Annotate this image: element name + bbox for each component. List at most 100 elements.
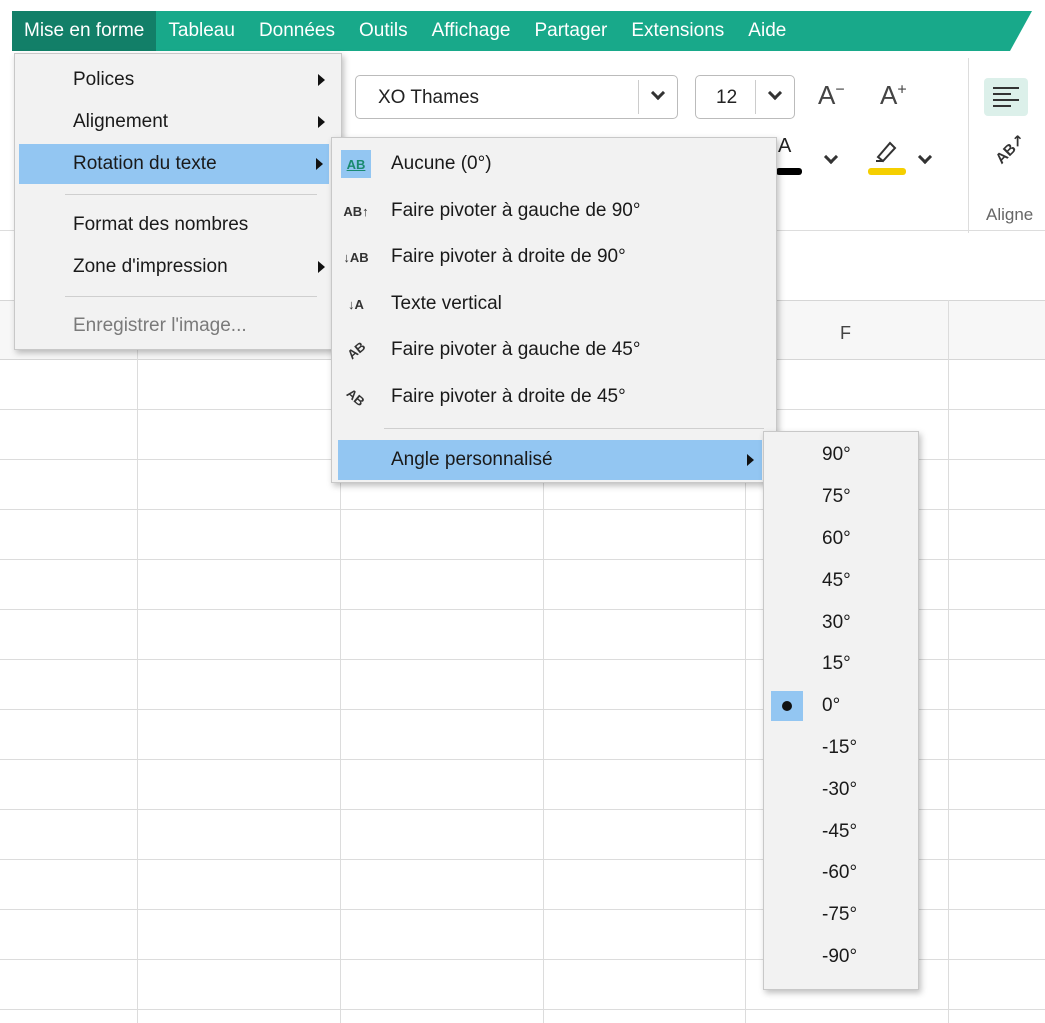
no-rotation-icon: AB bbox=[341, 150, 371, 178]
menu-share[interactable]: Partager bbox=[522, 11, 619, 51]
combo-divider bbox=[638, 80, 639, 114]
menu-view[interactable]: Affichage bbox=[420, 11, 523, 51]
font-name-value: XO Thames bbox=[378, 87, 480, 108]
rotation-left-45[interactable]: AB Faire pivoter à gauche de 45° bbox=[332, 330, 776, 370]
grid-line bbox=[0, 1009, 1045, 1010]
toolbar-divider bbox=[968, 58, 969, 233]
rotation-right-90[interactable]: ↓AB Faire pivoter à droite de 90° bbox=[332, 237, 776, 277]
font-size-combo[interactable]: 12 bbox=[695, 75, 795, 119]
angle-option[interactable]: -90° bbox=[764, 937, 918, 977]
menu-table[interactable]: Tableau bbox=[156, 11, 247, 51]
menu-item-label: -60° bbox=[822, 862, 858, 883]
rotate-left-45-icon: AB bbox=[343, 338, 369, 362]
menu-format[interactable]: Mise en forme bbox=[12, 11, 156, 51]
angle-option[interactable]: 30° bbox=[764, 603, 918, 643]
chevron-down-icon[interactable] bbox=[650, 85, 666, 101]
increase-font-button[interactable]: A+ bbox=[880, 80, 907, 111]
menu-item-label: Faire pivoter à droite de 90° bbox=[391, 246, 626, 267]
menu-item-label: -90° bbox=[822, 946, 858, 967]
menu-item-text-rotation[interactable]: Rotation du texte bbox=[19, 144, 329, 184]
custom-angle-submenu: 90° 75° 60° 45° 30° 15° 0° -15° -30° -45… bbox=[763, 431, 919, 990]
angle-option[interactable]: 15° bbox=[764, 644, 918, 684]
chevron-down-icon[interactable] bbox=[767, 85, 783, 101]
alignment-group-label: Aligne bbox=[986, 205, 1034, 224]
rotation-vertical[interactable]: ↓A Texte vertical bbox=[332, 284, 776, 324]
rotate-right-45-icon: AB bbox=[343, 385, 369, 409]
font-size-value: 12 bbox=[716, 87, 738, 108]
menu-help[interactable]: Aide bbox=[736, 11, 798, 51]
menu-item-label: Faire pivoter à gauche de 45° bbox=[391, 339, 641, 360]
menu-item-print-area[interactable]: Zone d'impression bbox=[15, 247, 341, 287]
rotate-right-90-icon: ↓AB bbox=[343, 249, 369, 265]
menu-item-label: Angle personnalisé bbox=[391, 449, 553, 470]
menu-item-label: Format des nombres bbox=[73, 214, 249, 235]
menu-data[interactable]: Données bbox=[247, 11, 347, 51]
rotation-none[interactable]: AB Aucune (0°) bbox=[332, 144, 776, 184]
menu-item-label: Rotation du texte bbox=[73, 153, 217, 174]
highlight-color-button[interactable] bbox=[868, 135, 908, 175]
menu-item-label: 45° bbox=[822, 570, 851, 591]
decrease-font-button[interactable]: A− bbox=[818, 80, 845, 111]
menu-item-label: 75° bbox=[822, 486, 851, 507]
menu-extensions[interactable]: Extensions bbox=[619, 11, 736, 51]
increase-font-icon: A bbox=[880, 80, 898, 110]
rotate-left-90-icon: AB↑ bbox=[343, 203, 369, 219]
menu-item-label: Aucune (0°) bbox=[391, 153, 492, 174]
align-left-button[interactable] bbox=[984, 78, 1028, 116]
highlight-color-swatch bbox=[868, 168, 906, 175]
text-rotation-submenu: AB Aucune (0°) AB↑ Faire pivoter à gauche … bbox=[331, 137, 777, 483]
angle-option[interactable]: 75° bbox=[764, 477, 918, 517]
menu-item-label: 30° bbox=[822, 612, 851, 633]
angle-option[interactable]: 45° bbox=[764, 561, 918, 601]
menu-item-label: -30° bbox=[822, 779, 858, 800]
menu-item-label: -75° bbox=[822, 904, 858, 925]
angle-option[interactable]: -15° bbox=[764, 728, 918, 768]
text-color-swatch bbox=[776, 168, 802, 175]
decrease-font-icon: A bbox=[818, 80, 836, 110]
angle-option[interactable]: -45° bbox=[764, 812, 918, 852]
menu-item-label: -45° bbox=[822, 821, 858, 842]
menu-item-label: 60° bbox=[822, 528, 851, 549]
text-color-icon: A bbox=[778, 135, 792, 157]
angle-option[interactable]: 60° bbox=[764, 519, 918, 559]
submenu-arrow-icon bbox=[318, 116, 325, 128]
menu-item-fonts[interactable]: Polices bbox=[15, 60, 341, 100]
menu-item-label: 15° bbox=[822, 653, 851, 674]
menu-bar: Mise en forme Tableau Données Outils Aff… bbox=[12, 11, 1032, 51]
submenu-arrow-icon bbox=[318, 74, 325, 86]
menu-item-label: Polices bbox=[73, 69, 135, 90]
highlighter-icon bbox=[876, 141, 897, 163]
menu-item-label: -15° bbox=[822, 737, 858, 758]
angle-option[interactable]: -60° bbox=[764, 853, 918, 893]
menu-item-number-format[interactable]: Format des nombres bbox=[15, 205, 341, 245]
angle-option[interactable]: -75° bbox=[764, 895, 918, 935]
radio-dot-icon bbox=[771, 691, 803, 721]
menu-divider bbox=[384, 428, 764, 429]
rotation-right-45[interactable]: AB Faire pivoter à droite de 45° bbox=[332, 377, 776, 417]
menu-item-label: Texte vertical bbox=[391, 293, 502, 314]
menu-item-label: Zone d'impression bbox=[73, 256, 228, 277]
menu-divider bbox=[65, 194, 317, 195]
menu-item-label: Enregistrer l'image... bbox=[73, 315, 247, 336]
menu-tools[interactable]: Outils bbox=[347, 11, 420, 51]
menu-item-label: Alignement bbox=[73, 111, 169, 132]
menu-item-save-image: Enregistrer l'image... bbox=[15, 306, 341, 346]
format-menu: Polices Alignement Rotation du texte For… bbox=[14, 53, 342, 350]
menu-item-label: 0° bbox=[822, 695, 841, 716]
vertical-text-icon: ↓A bbox=[348, 296, 364, 312]
menu-item-label: Faire pivoter à droite de 45° bbox=[391, 386, 626, 407]
angle-option-selected[interactable]: 0° bbox=[764, 686, 918, 726]
angle-option[interactable]: 90° bbox=[764, 435, 918, 475]
rotation-custom-angle[interactable]: Angle personnalisé bbox=[338, 440, 762, 480]
angle-option[interactable]: -30° bbox=[764, 770, 918, 810]
menu-divider bbox=[65, 296, 317, 297]
font-name-combo[interactable]: XO Thames bbox=[355, 75, 678, 119]
text-color-button[interactable]: A bbox=[776, 135, 804, 175]
submenu-arrow-icon bbox=[318, 261, 325, 273]
menu-item-label: 90° bbox=[822, 444, 851, 465]
menu-item-alignment[interactable]: Alignement bbox=[15, 102, 341, 142]
rotation-left-90[interactable]: AB↑ Faire pivoter à gauche de 90° bbox=[332, 191, 776, 231]
menu-item-label: Faire pivoter à gauche de 90° bbox=[391, 200, 641, 221]
column-header-f[interactable]: F bbox=[840, 323, 851, 344]
combo-divider bbox=[755, 80, 756, 114]
